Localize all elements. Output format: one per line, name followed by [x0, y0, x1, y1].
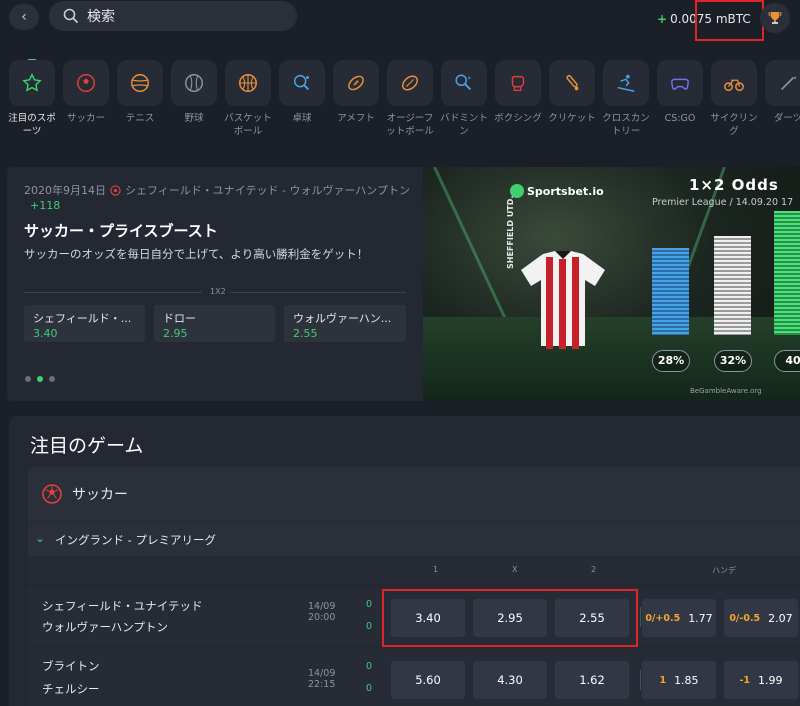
- sport-item-cricket[interactable]: クリケット: [547, 60, 597, 125]
- home-score: 0: [366, 661, 373, 672]
- soccer-icon: [42, 484, 62, 504]
- carousel-dot[interactable]: [25, 376, 31, 382]
- odds-button-away[interactable]: 1.62: [555, 661, 629, 699]
- cycling-icon: [724, 79, 744, 92]
- baseball-icon: [185, 74, 203, 92]
- gamble-aware-notice: BeGambleAware.org: [690, 387, 762, 395]
- sport-item-cycling[interactable]: サイクリング: [709, 60, 759, 138]
- sport-item-featured[interactable]: 注目のスポーツ: [7, 60, 57, 138]
- promo-title: サッカー・プライスブースト: [24, 222, 218, 240]
- skiing-icon: [617, 74, 635, 92]
- promo-odd-draw[interactable]: ドロー 2.95: [154, 305, 275, 342]
- odds-column-headers: 1 X 2 ハンデ: [28, 558, 800, 584]
- sport-item-csgo[interactable]: CS:GO: [655, 60, 705, 125]
- carousel-dot[interactable]: [49, 376, 55, 382]
- sport-item-darts[interactable]: ダーツ: [763, 60, 800, 125]
- boxing-icon: [511, 75, 525, 91]
- section-title: 注目のゲーム: [30, 435, 144, 457]
- trophy-icon: [768, 12, 782, 24]
- handicap-button-away[interactable]: 0/-0.5 2.07: [724, 599, 798, 637]
- sport-item-tennis[interactable]: テニス: [115, 60, 165, 125]
- sport-item-basketball[interactable]: バスケットボール: [223, 60, 273, 138]
- away-team: ウォルヴァーハンプトン: [42, 620, 168, 634]
- away-team: チェルシー: [42, 682, 100, 696]
- promo-meta: 2020年9月14日 シェフィールド・ユナイテッド - ウォルヴァーハンプトン+1…: [24, 184, 410, 212]
- american-football-icon: [348, 75, 364, 91]
- promo-match: シェフィールド・ユナイテッド - ウォルヴァーハンプトン: [125, 184, 410, 197]
- odds-button-home[interactable]: 5.60: [391, 661, 465, 699]
- brand-logo: Sportsbet.io: [510, 184, 604, 198]
- balance-highlight: [695, 0, 764, 41]
- carousel-dot-active[interactable]: [37, 376, 43, 382]
- odds-button-draw[interactable]: 4.30: [473, 661, 547, 699]
- odds-highlight: [382, 589, 638, 647]
- handicap-button-home[interactable]: 0/+0.5 1.77: [642, 599, 716, 637]
- match-time: 14/09 20:00: [308, 601, 336, 623]
- home-score: 0: [366, 599, 373, 610]
- table-tennis-icon: [293, 74, 310, 91]
- badminton-icon: [455, 74, 472, 91]
- promo-description: サッカーのオッズを毎日自分で上げて、より高い勝利金をゲット！: [24, 247, 369, 261]
- sport-header[interactable]: サッカー: [28, 467, 800, 521]
- banner-subtitle: Premier League / 14.09.20 17: [652, 197, 794, 208]
- sport-item-soccer[interactable]: サッカー: [61, 60, 111, 125]
- league-name: イングランド - プレミアリーグ: [55, 533, 216, 547]
- promo-odd-home[interactable]: シェフィールド・... 3.40: [24, 305, 145, 342]
- darts-icon: [780, 76, 797, 91]
- search-input[interactable]: 検索: [49, 1, 297, 31]
- soccer-icon: [110, 185, 121, 196]
- top-bar: ‹ 検索 +0.0075 mBTC: [0, 0, 800, 44]
- tennis-icon: [131, 74, 149, 92]
- trophy-button[interactable]: [760, 3, 790, 33]
- handicap-button-home[interactable]: 1 1.85: [642, 661, 716, 699]
- sport-item-badminton[interactable]: バドミントン: [439, 60, 489, 138]
- cricket-icon: [566, 74, 579, 91]
- banner-title: 1×2 Odds: [689, 176, 779, 194]
- match-row[interactable]: ブライトン チェルシー 14/09 22:15 0 0 5.60 4.30 1.6…: [28, 648, 800, 706]
- gamepad-icon: [671, 78, 689, 90]
- team-label: SHEFFIELD UTD.: [506, 195, 515, 269]
- jersey-image: [521, 251, 605, 349]
- sport-item-aussie-rules[interactable]: オージーフットボール: [385, 60, 435, 138]
- bar-draw: [714, 236, 751, 335]
- bar-home: [652, 248, 689, 335]
- sport-item-boxing[interactable]: ボクシング: [493, 60, 543, 125]
- promo-card[interactable]: 2020年9月14日 シェフィールド・ユナイテッド - ウォルヴァーハンプトン+1…: [7, 167, 423, 401]
- sport-name: サッカー: [72, 487, 128, 503]
- sport-item-cross-country[interactable]: クロスカントリー: [601, 60, 651, 138]
- search-icon: [63, 8, 79, 24]
- chevron-left-icon: ‹: [21, 9, 27, 25]
- sport-item-american-football[interactable]: アメフト: [331, 60, 381, 125]
- percent-away: 40: [774, 350, 800, 372]
- percent-draw: 32%: [714, 350, 752, 372]
- market-divider: 1X2: [24, 287, 406, 297]
- league-header[interactable]: ⌄ イングランド - プレミアリーグ: [28, 522, 800, 556]
- sport-item-table-tennis[interactable]: 卓球: [277, 60, 327, 125]
- percent-home: 28%: [652, 350, 690, 372]
- away-score: 0: [366, 621, 373, 632]
- sports-nav: 注目のスポーツ サッカー テニス 野球 バスケットボール 卓球 アメフト オージ…: [0, 56, 800, 156]
- featured-games: 注目のゲーム サッカー ⌄ イングランド - プレミアリーグ 1 X 2 ハンデ…: [9, 416, 800, 706]
- chevron-down-icon: ⌄: [35, 531, 46, 545]
- home-team: ブライトン: [42, 659, 100, 673]
- aussie-rules-icon: [402, 75, 418, 91]
- market-count[interactable]: +118: [30, 199, 60, 212]
- match-time: 14/09 22:15: [308, 668, 336, 690]
- back-button[interactable]: ‹: [9, 4, 39, 30]
- search-placeholder: 検索: [87, 9, 115, 25]
- away-score: 0: [366, 683, 373, 694]
- bar-away: [774, 211, 800, 335]
- carousel-dots[interactable]: [25, 376, 55, 382]
- basketball-icon: [239, 74, 257, 92]
- promo-odd-away[interactable]: ウォルヴァーハン... 2.55: [284, 305, 406, 342]
- sport-item-baseball[interactable]: 野球: [169, 60, 219, 125]
- star-icon: [22, 73, 42, 92]
- soccer-icon: [77, 74, 95, 92]
- promo-banner[interactable]: Sportsbet.io 1×2 Odds Premier League / 1…: [423, 167, 800, 401]
- handicap-button-away[interactable]: -1 1.99: [724, 661, 798, 699]
- home-team: シェフィールド・ユナイテッド: [42, 599, 203, 613]
